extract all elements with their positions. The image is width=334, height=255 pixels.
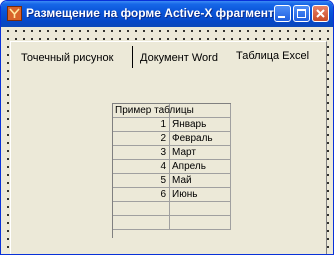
row-number-cell[interactable]: 2	[113, 132, 170, 146]
minimize-button[interactable]	[274, 5, 291, 22]
table-row: 6 Июнь	[113, 188, 231, 202]
close-icon	[316, 9, 325, 18]
row-number-cell[interactable]	[113, 216, 170, 230]
tab-excel-table[interactable]: Таблица Excel	[236, 48, 309, 64]
title-bar[interactable]: Размещение на форме Active-X фрагментов	[1, 1, 333, 27]
row-number-cell[interactable]: 3	[113, 146, 170, 160]
row-number-cell[interactable]: 4	[113, 160, 170, 174]
month-cell[interactable]: Май	[170, 174, 231, 188]
window-title: Размещение на форме Active-X фрагментов	[26, 6, 274, 20]
excel-sheet[interactable]: Пример таблицы 1 Январь 2 Февраль 3 Март…	[112, 103, 231, 238]
maximize-icon	[297, 9, 306, 18]
tab-separator	[132, 46, 133, 68]
close-button[interactable]	[312, 5, 329, 22]
table-row: 5 Май	[113, 174, 231, 188]
table-row-empty	[113, 202, 231, 216]
month-cell[interactable]: Январь	[170, 118, 231, 132]
page-control: Точечный рисунок Документ Word Таблица E…	[10, 41, 327, 254]
app-window: Размещение на форме Active-X фрагментов …	[0, 0, 334, 255]
month-cell[interactable]: Апрель	[170, 160, 231, 174]
form-client-area: Точечный рисунок Документ Word Таблица E…	[4, 27, 330, 254]
month-cell[interactable]: Март	[170, 146, 231, 160]
row-number-cell[interactable]	[113, 202, 170, 216]
table-row: 3 Март	[113, 146, 231, 160]
table-row: 1 Январь	[113, 118, 231, 132]
sheet-header-cell[interactable]: Пример таблицы	[113, 104, 194, 118]
tab-bitmap[interactable]: Точечный рисунок	[21, 50, 113, 66]
sheet-header-row: Пример таблицы	[113, 104, 231, 118]
table-row: 2 Февраль	[113, 132, 231, 146]
table-row-empty	[113, 216, 231, 230]
tab-word-document[interactable]: Документ Word	[140, 50, 218, 66]
row-number-cell[interactable]: 1	[113, 118, 170, 132]
month-cell[interactable]	[170, 216, 231, 230]
row-number-cell[interactable]: 6	[113, 188, 170, 202]
month-cell[interactable]: Июнь	[170, 188, 231, 202]
month-cell[interactable]: Февраль	[170, 132, 231, 146]
tab-strip: Точечный рисунок Документ Word Таблица E…	[11, 42, 326, 72]
table-row: 4 Апрель	[113, 160, 231, 174]
sheet-cell-empty[interactable]	[170, 104, 231, 118]
maximize-button[interactable]	[293, 5, 310, 22]
minimize-icon	[278, 16, 285, 18]
row-number-cell[interactable]: 5	[113, 174, 170, 188]
month-cell[interactable]	[170, 202, 231, 216]
app-icon[interactable]	[7, 6, 22, 21]
